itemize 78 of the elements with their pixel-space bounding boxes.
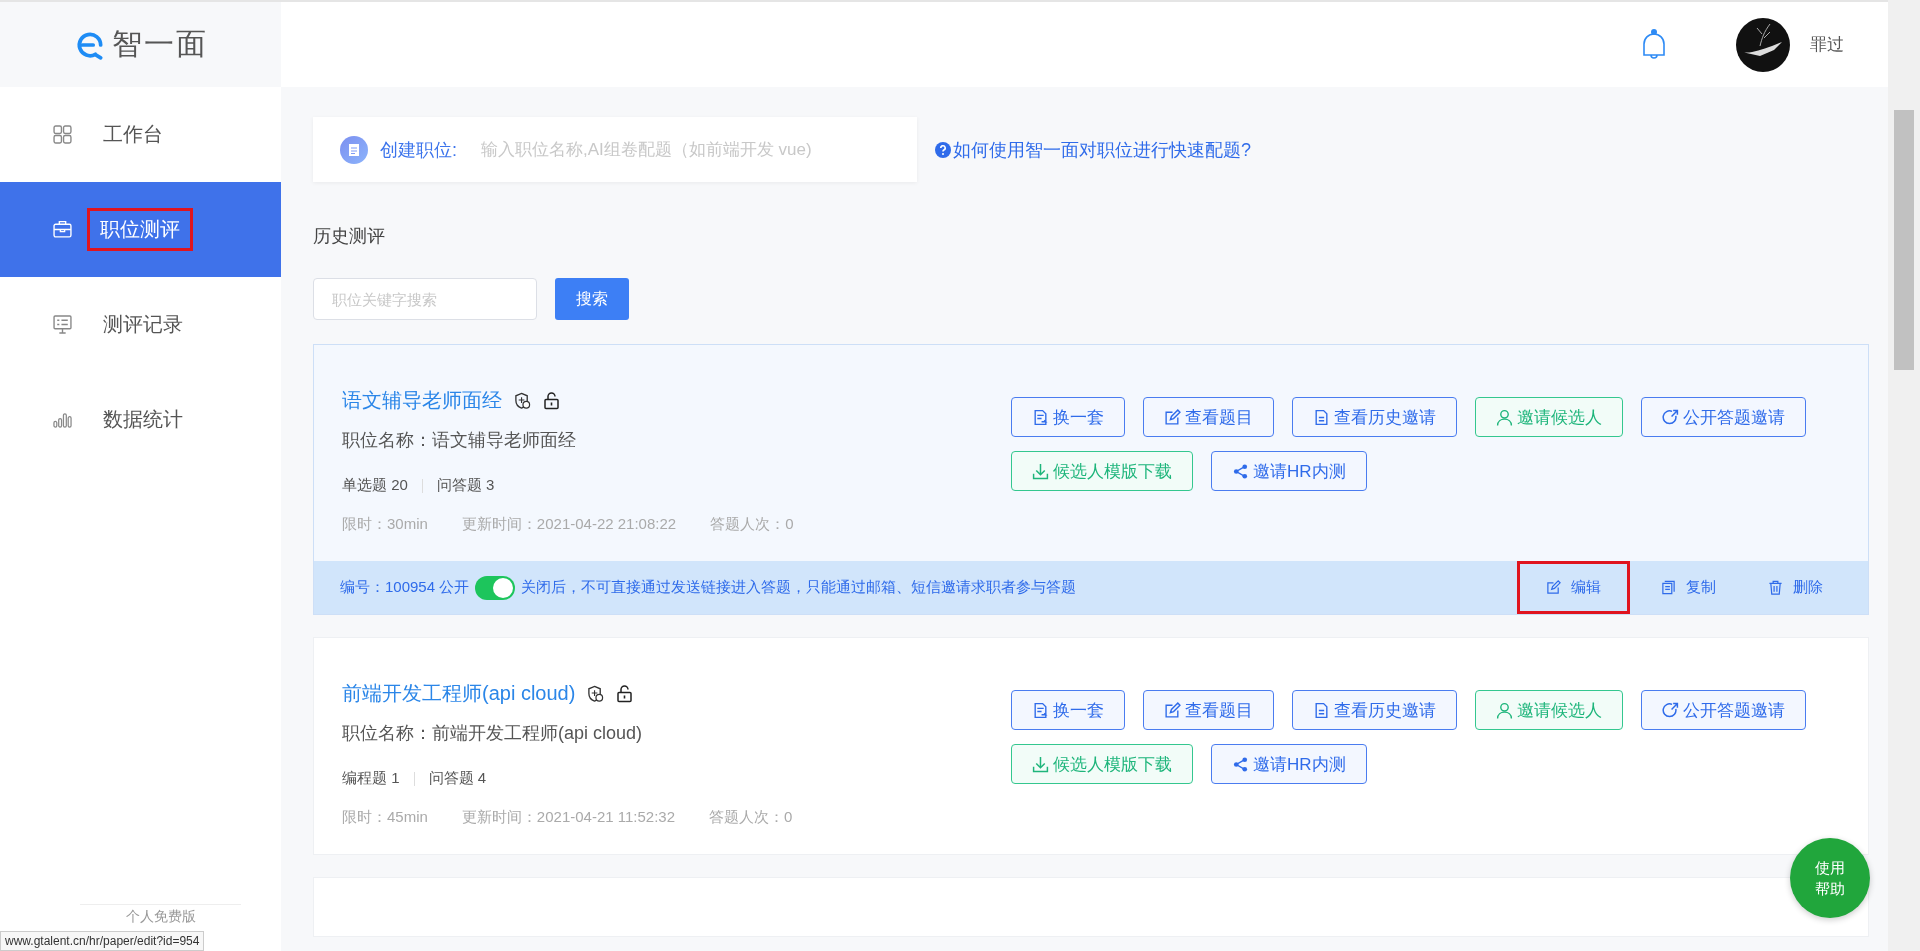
action-button[interactable]: 公开答题邀请 [1641,690,1806,730]
card-action-link[interactable]: 删除 [1747,561,1844,614]
edit-icon [1164,408,1181,426]
search-button[interactable]: 搜索 [555,278,629,320]
download-icon [1032,755,1049,773]
position-name: 职位名称：前端开发工程师(api cloud) [342,722,644,745]
action-button[interactable]: 邀请候选人 [1475,690,1623,730]
card-action-link[interactable]: 编辑 [1517,561,1630,614]
position-name: 职位名称：语文辅导老师面经 [342,429,577,452]
nav-item[interactable]: 测评记录 [0,277,281,372]
question-count: 问答题 3 [436,476,495,495]
meta-text: 答题人次：0 [710,515,794,534]
action-button[interactable]: 邀请候选人 [1475,397,1623,437]
user-name[interactable]: 罪过 [1810,33,1844,56]
action-button[interactable]: 换一套 [1011,397,1125,437]
user-icon [1496,701,1513,719]
create-position-label: 创建职位: [380,138,457,162]
edit-icon [1546,580,1561,595]
nav-item[interactable]: 职位测评 [0,182,281,277]
position-title[interactable]: 前端开发工程师(api cloud) [342,680,576,707]
action-button[interactable]: 邀请HR内测 [1211,744,1367,784]
question-count: 问答题 4 [428,769,487,788]
question-icon [935,141,951,158]
trash-icon [1768,580,1783,595]
edit-icon [1164,701,1181,719]
notification-bell-icon[interactable] [1640,27,1668,62]
action-button[interactable]: 候选人模版下载 [1011,451,1193,491]
scrollbar[interactable] [1888,0,1920,951]
action-button[interactable]: 查看题目 [1143,397,1274,437]
help-link[interactable]: 如何使用智一面对职位进行快速配题? [935,137,1251,162]
action-button[interactable]: 查看历史邀请 [1292,690,1457,730]
status-url: www.gtalent.cn/hr/paper/edit?id=954 [0,931,205,951]
action-button[interactable]: 公开答题邀请 [1641,397,1806,437]
share-icon [1232,462,1249,480]
action-button[interactable]: 换一套 [1011,690,1125,730]
hint-text: 关闭后，不可直接通过发送链接进入答题，只能通过邮箱、短信邀请求职者参与答题 [521,578,1077,597]
swap-document-icon [1032,701,1049,719]
document-icon [1313,408,1330,426]
grid-icon [53,125,72,144]
unlock-icon [616,684,634,703]
action-button[interactable]: 邀请HR内测 [1211,451,1367,491]
nav-item[interactable]: 工作台 [0,87,281,182]
shield-badge-icon [587,684,605,703]
shield-badge-icon [514,391,531,410]
swap-document-icon [1032,408,1049,426]
nav-item[interactable]: 数据统计 [0,372,281,467]
logo-text: 智一面 [111,26,208,62]
card-id-text: 编号：100954 公开 [340,578,470,597]
public-toggle[interactable] [475,575,516,600]
action-button[interactable]: 查看题目 [1143,690,1274,730]
meta-text: 更新时间：2021-04-22 21:08:22 [461,515,677,534]
nav-label: 数据统计 [102,407,184,432]
monitor-icon [53,315,72,334]
share-icon [1232,755,1249,773]
nav-label: 测评记录 [102,312,184,337]
question-count: 编程题 1 [342,769,400,788]
position-title[interactable]: 语文辅导老师面经 [342,387,502,414]
unlock-icon [543,391,560,410]
section-title: 历史测评 [313,225,386,248]
meta-text: 答题人次：0 [709,808,793,827]
plan-label: 个人免费版 [125,908,196,924]
action-button[interactable]: 查看历史邀请 [1292,397,1457,437]
user-icon [1496,408,1513,426]
meta-text: 更新时间：2021-04-21 11:52:32 [461,808,676,827]
nav-label: 职位测评 [87,208,193,251]
copy-icon [1661,580,1676,595]
meta-text: 限时：30min [342,515,428,534]
question-count: 单选题 20 [342,476,408,495]
bar-chart-icon [53,410,72,429]
document-icon [340,135,368,164]
action-button[interactable]: 候选人模版下载 [1011,744,1193,784]
nav-label: 工作台 [102,122,164,147]
card-action-link[interactable]: 复制 [1640,561,1737,614]
briefcase-icon [53,220,72,239]
meta-text: 限时：45min [342,808,428,827]
avatar-icon[interactable] [1736,17,1790,72]
download-icon [1032,462,1049,480]
document-icon [1313,701,1330,719]
